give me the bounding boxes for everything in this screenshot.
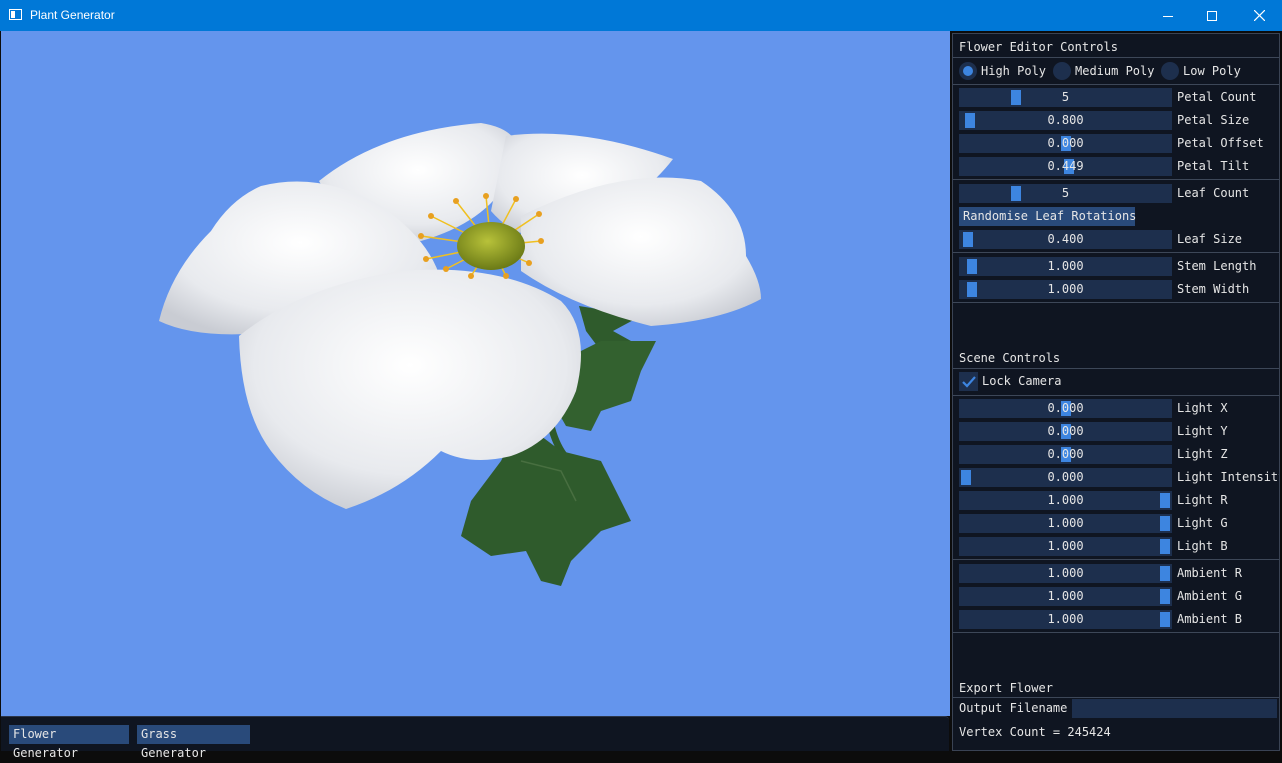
grass-generator-button[interactable]: Grass Generator (137, 725, 250, 760)
slider-value: 0.000 (1047, 424, 1084, 438)
radio-label: High Poly (981, 64, 1047, 78)
slider-value: 1.000 (1047, 259, 1084, 273)
stem-width-slider[interactable]: 1.000 (959, 280, 1172, 299)
slider-value: 0.000 (1047, 401, 1084, 415)
separator (953, 57, 1279, 58)
leaf-size-slider[interactable]: 0.400 (959, 230, 1172, 249)
separator (953, 302, 1279, 303)
lock-camera-label: Lock Camera (982, 374, 1062, 388)
flower-editor-title: Flower Editor Controls (959, 40, 1118, 54)
close-button[interactable] (1236, 0, 1282, 31)
checkmark-icon (961, 375, 976, 388)
radio-label: Low Poly (1183, 64, 1241, 78)
slider-label: Light R (1177, 493, 1228, 507)
radio-label: Medium Poly (1075, 64, 1155, 78)
light-intensity-slider[interactable]: 0.000 (959, 468, 1172, 487)
leaf-count-slider[interactable]: 5 (959, 184, 1172, 203)
scene-controls-title: Scene Controls (959, 351, 1061, 365)
close-icon (1253, 10, 1265, 21)
controls-panel: Flower Editor Controls High Poly Medium … (952, 33, 1280, 751)
light-x-slider[interactable]: 0.000 (959, 399, 1172, 418)
light-g-slider[interactable]: 1.000 (959, 514, 1172, 533)
window-title: Plant Generator (30, 8, 115, 22)
light-y-slider[interactable]: 0.000 (959, 422, 1172, 441)
output-filename-input[interactable] (1072, 699, 1277, 718)
slider-value: 0.000 (1047, 136, 1084, 150)
slider-value: 0.449 (1047, 159, 1084, 173)
radio-indicator (1053, 62, 1071, 80)
title-bar[interactable]: Plant Generator (0, 0, 1282, 31)
slider-value: 1.000 (1047, 493, 1084, 507)
separator (953, 252, 1279, 253)
slider-label: Petal Offset (1177, 136, 1264, 150)
separator (953, 559, 1279, 560)
slider-label: Leaf Size (1177, 232, 1243, 246)
radio-indicator (959, 62, 977, 80)
separator (953, 395, 1279, 396)
separator (953, 632, 1279, 633)
flower-generator-button[interactable]: Flower Generator (9, 725, 129, 760)
slider-label: Light X (1177, 401, 1228, 415)
slider-label: Stem Length (1177, 259, 1257, 273)
randomise-leaf-rotations-button[interactable]: Randomise Leaf Rotations (959, 207, 1136, 226)
petal-offset-slider[interactable]: 0.000 (959, 134, 1172, 153)
slider-label: Petal Tilt (1177, 159, 1250, 173)
slider-label: Ambient R (1177, 566, 1243, 580)
ambient-r-slider[interactable]: 1.000 (959, 564, 1172, 583)
petal-tilt-slider[interactable]: 0.449 (959, 157, 1172, 176)
slider-label: Light Z (1177, 447, 1228, 461)
slider-value: 0.000 (1047, 470, 1084, 484)
separator (953, 368, 1279, 369)
app-window-icon (9, 9, 22, 20)
slider-value: 1.000 (1047, 516, 1084, 530)
slider-label: Stem Width (1177, 282, 1250, 296)
render-viewport[interactable] (1, 31, 950, 716)
radio-indicator (1161, 62, 1179, 80)
slider-value: 1.000 (1047, 612, 1084, 626)
light-r-slider[interactable]: 1.000 (959, 491, 1172, 510)
slider-label: Light B (1177, 539, 1228, 553)
slider-value: 1.000 (1047, 589, 1084, 603)
slider-value: 5 (1061, 186, 1070, 200)
slider-label: Light G (1177, 516, 1228, 530)
output-filename-label: Output Filename (959, 701, 1068, 715)
vertex-count: Vertex Count = 245424 (959, 725, 1111, 739)
petal-size-slider[interactable]: 0.800 (959, 111, 1172, 130)
petals (159, 123, 761, 509)
minimize-icon (1163, 15, 1173, 17)
ambient-b-slider[interactable]: 1.000 (959, 610, 1172, 629)
export-flower-title: Export Flower (959, 681, 1053, 695)
light-b-slider[interactable]: 1.000 (959, 537, 1172, 556)
slider-value: 5 (1061, 90, 1070, 104)
light-z-slider[interactable]: 0.000 (959, 445, 1172, 464)
slider-label: Petal Count (1177, 90, 1257, 104)
slider-label: Ambient B (1177, 612, 1243, 626)
slider-value: 1.000 (1047, 282, 1084, 296)
petal-count-slider[interactable]: 5 (959, 88, 1172, 107)
separator (953, 179, 1279, 180)
flower-render (159, 123, 761, 586)
slider-label: Petal Size (1177, 113, 1250, 127)
maximize-icon (1207, 10, 1217, 21)
slider-value: 0.000 (1047, 447, 1084, 461)
slider-label: Ambient G (1177, 589, 1243, 603)
lock-camera-checkbox[interactable] (959, 372, 978, 391)
separator (953, 697, 1279, 698)
slider-value: 0.400 (1047, 232, 1084, 246)
slider-label: Leaf Count (1177, 186, 1250, 200)
slider-value: 1.000 (1047, 539, 1084, 553)
slider-value: 0.800 (1047, 113, 1084, 127)
ambient-g-slider[interactable]: 1.000 (959, 587, 1172, 606)
stem-length-slider[interactable]: 1.000 (959, 257, 1172, 276)
slider-value: 1.000 (1047, 566, 1084, 580)
bottom-toolbar: Flower Generator Grass Generator (1, 716, 949, 760)
separator (953, 84, 1279, 85)
maximize-button[interactable] (1189, 0, 1235, 31)
slider-label: Light Y (1177, 424, 1228, 438)
slider-label: Light Intensity (1177, 470, 1280, 484)
minimize-button[interactable] (1145, 0, 1191, 31)
